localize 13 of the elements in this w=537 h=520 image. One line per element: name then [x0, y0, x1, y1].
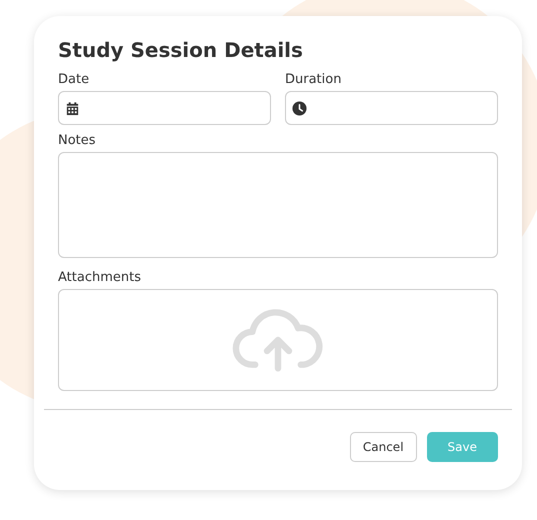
clock-icon — [292, 100, 307, 116]
attachment-dropzone[interactable] — [58, 289, 498, 391]
cancel-button[interactable]: Cancel — [350, 432, 417, 462]
date-field[interactable] — [58, 91, 271, 125]
calendar-icon — [65, 100, 80, 116]
upload-cloud-icon — [232, 308, 324, 372]
duration-field[interactable] — [285, 91, 498, 125]
notes-field[interactable] — [58, 152, 498, 258]
dialog-title: Study Session Details — [58, 38, 304, 62]
field-label: Notes — [58, 133, 97, 148]
field-label: Attachments — [58, 270, 142, 285]
field-label: Duration — [285, 72, 342, 87]
field-label: Date — [58, 72, 90, 87]
